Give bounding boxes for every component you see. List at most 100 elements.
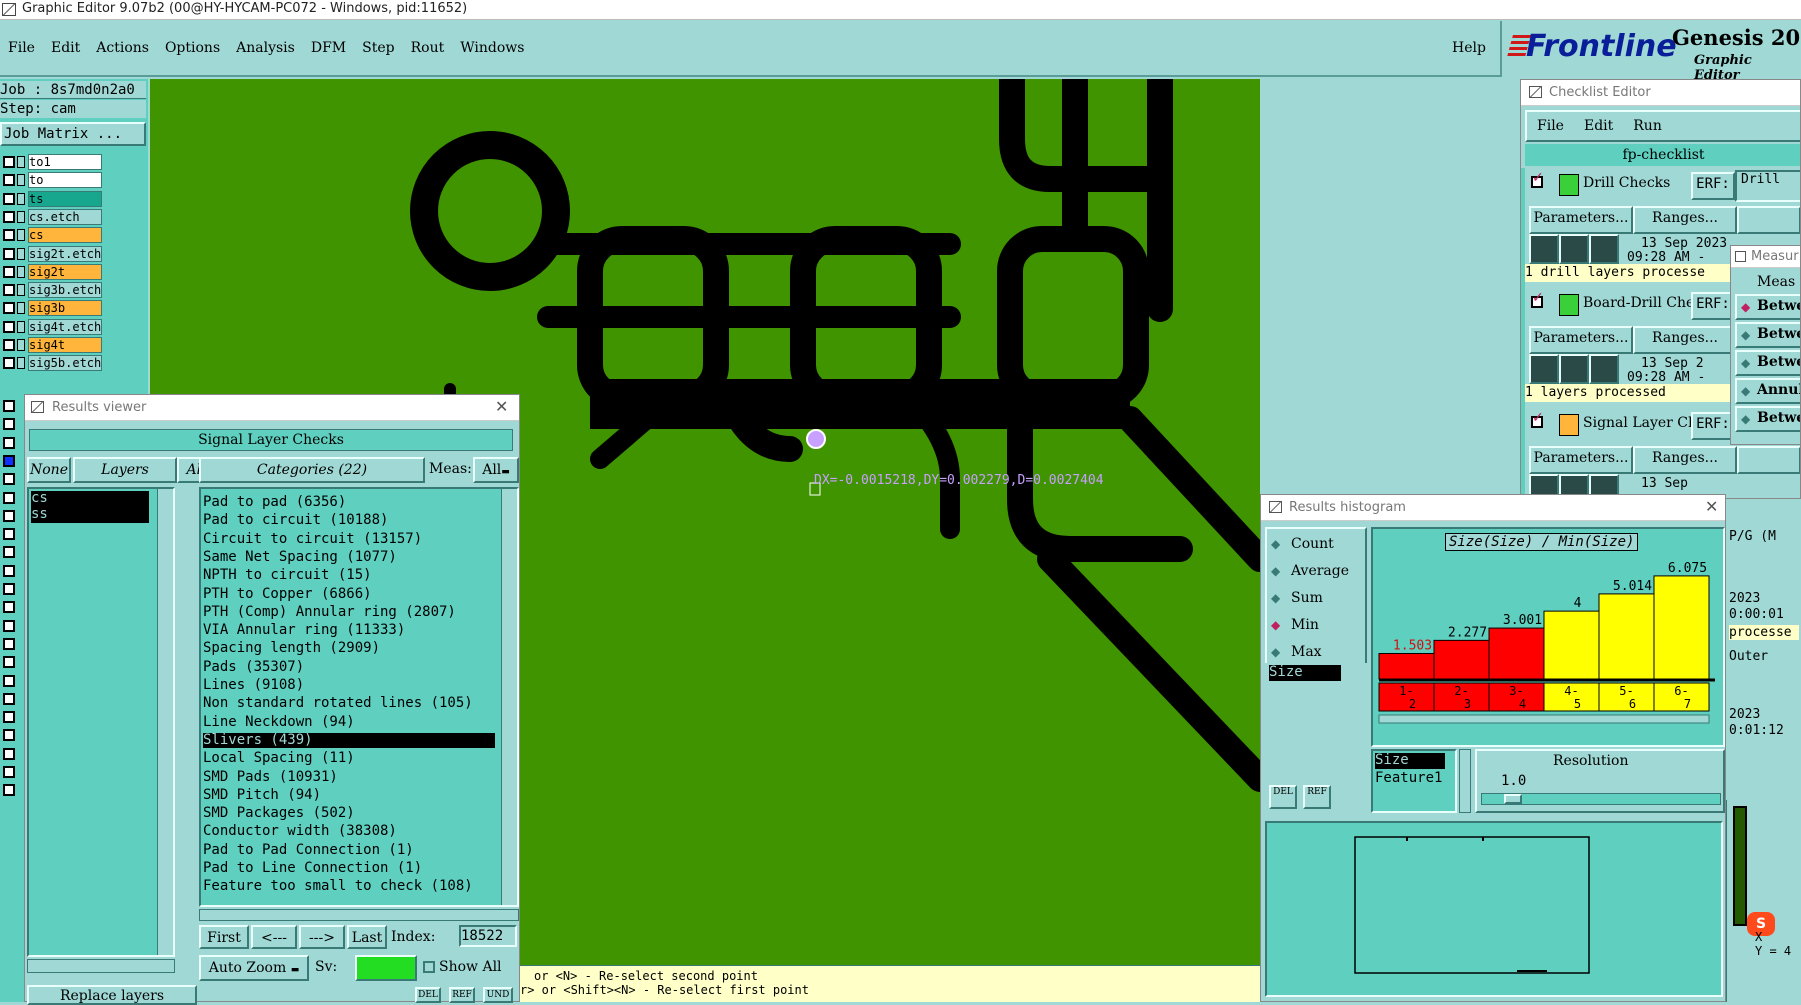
category-item[interactable]: PTH to Copper (6866): [203, 586, 495, 603]
histogram-bar[interactable]: [1488, 627, 1545, 680]
category-item[interactable]: Circuit to circuit (13157): [203, 531, 495, 548]
histogram-bar[interactable]: [1598, 593, 1655, 680]
layer-row[interactable]: to1: [0, 154, 146, 170]
layer-checkbox[interactable]: [3, 210, 15, 223]
del-button[interactable]: DEL: [415, 987, 441, 1003]
layer-checkbox[interactable]: [3, 509, 15, 522]
resolution-slider[interactable]: [1481, 793, 1721, 805]
layers-none-button[interactable]: None: [27, 457, 71, 483]
menu-windows[interactable]: Windows: [460, 40, 524, 56]
slider-handle[interactable]: [1504, 794, 1522, 804]
layer-checkbox[interactable]: [3, 302, 15, 315]
layer-name[interactable]: to1: [28, 154, 102, 170]
categories-button[interactable]: Categories (22): [199, 457, 425, 483]
layer-checkbox[interactable]: [17, 265, 25, 278]
layer-checkbox[interactable]: [3, 583, 15, 595]
first-button[interactable]: First: [199, 925, 249, 949]
categories-hscrollbar[interactable]: [199, 909, 519, 921]
category-item[interactable]: Conductor width (38308): [203, 824, 495, 840]
undo-button[interactable]: UND: [483, 987, 513, 1003]
layer-row[interactable]: ts: [0, 190, 146, 207]
menu-file[interactable]: File: [8, 40, 35, 56]
result-layer-item[interactable]: ss: [31, 506, 149, 523]
category-item[interactable]: Line Neckdown (94): [203, 714, 495, 731]
layer-name[interactable]: ts: [28, 190, 102, 207]
ref-button[interactable]: REF: [449, 987, 475, 1003]
close-icon[interactable]: ✕: [1705, 497, 1718, 516]
layer-row[interactable]: sig3b.etch: [0, 282, 146, 299]
menu-analysis[interactable]: Analysis: [236, 40, 295, 56]
layer-row[interactable]: sig2t: [0, 263, 146, 280]
layer-checkbox[interactable]: [17, 284, 25, 297]
histogram-bar[interactable]: [1653, 575, 1710, 680]
layer-name[interactable]: sig2t: [28, 263, 102, 280]
layer-name[interactable]: sig3b.etch: [28, 282, 102, 299]
checklist-menu-run[interactable]: Run: [1633, 118, 1662, 140]
layer-checkbox[interactable]: [3, 747, 15, 760]
layer-checkbox[interactable]: [3, 692, 15, 705]
menu-actions[interactable]: Actions: [96, 40, 149, 56]
mode-radio[interactable]: ◆ Average: [1269, 562, 1365, 584]
menu-dfm[interactable]: DFM: [311, 40, 346, 56]
histogram-ref-button[interactable]: REF: [1303, 785, 1331, 809]
layer-checkbox[interactable]: [3, 619, 15, 632]
measure-option[interactable]: ◆ Betwe: [1735, 350, 1800, 376]
field-list[interactable]: Size Feature1: [1371, 749, 1457, 813]
menu-help[interactable]: Help: [1452, 40, 1486, 56]
layer-checkbox[interactable]: [17, 192, 25, 205]
layer-checkbox[interactable]: [3, 601, 15, 614]
layer-checkbox[interactable]: [3, 156, 15, 168]
next-button[interactable]: --->: [299, 925, 345, 949]
layer-name[interactable]: to: [28, 172, 102, 189]
run-action-icon[interactable]: [1559, 234, 1589, 264]
layer-checkbox[interactable]: [3, 637, 15, 650]
extra-button[interactable]: [1737, 446, 1800, 474]
layer-hscrollbar[interactable]: [27, 959, 175, 973]
category-item[interactable]: NPTH to circuit (15): [203, 568, 495, 584]
menu-edit[interactable]: Edit: [51, 40, 80, 56]
layer-name[interactable]: sig4t: [28, 337, 102, 353]
result-layer-list[interactable]: cs ss: [27, 487, 175, 957]
category-item[interactable]: PTH (Comp) Annular ring (2807): [203, 604, 495, 621]
layers-header-button[interactable]: Layers: [73, 457, 177, 483]
layer-checkbox[interactable]: [17, 339, 25, 351]
layer-checkbox[interactable]: [17, 320, 25, 333]
layer-checkbox[interactable]: [3, 473, 15, 486]
layer-checkbox[interactable]: [17, 357, 25, 370]
meas-dropdown[interactable]: All▬: [473, 457, 519, 483]
run-action-icon[interactable]: [1559, 354, 1589, 384]
layer-checkbox[interactable]: [3, 674, 15, 687]
checklist-menu-edit[interactable]: Edit: [1584, 118, 1613, 140]
layer-checkbox[interactable]: [3, 546, 15, 559]
ranges-button[interactable]: Ranges...: [1633, 206, 1737, 234]
layer-row[interactable]: sig5b.etch: [0, 355, 146, 372]
layer-name[interactable]: sig2t.etch: [28, 245, 102, 262]
parameters-button[interactable]: Parameters...: [1529, 326, 1633, 354]
run-action-icon[interactable]: [1589, 354, 1619, 384]
replace-layers-button[interactable]: Replace layers: [27, 985, 197, 1005]
layer-checkbox[interactable]: [17, 229, 25, 242]
layer-row[interactable]: sig4t: [0, 337, 146, 353]
category-item[interactable]: SMD Packages (502): [203, 805, 495, 822]
categories-list[interactable]: Pad to pad (6356) Pad to circuit (10188) C…: [199, 487, 519, 907]
prev-button[interactable]: <---: [251, 925, 297, 949]
category-item[interactable]: SMD Pitch (94): [203, 787, 495, 804]
layer-row[interactable]: sig4t.etch: [0, 318, 146, 335]
layer-row[interactable]: cs: [0, 227, 146, 244]
mode-radio[interactable]: ◆ Count: [1269, 535, 1365, 557]
size-list[interactable]: Size: [1265, 663, 1367, 775]
layer-checkbox[interactable]: [3, 229, 15, 242]
layer-checkbox[interactable]: [17, 156, 25, 168]
category-item[interactable]: Pad to pad (6356): [203, 494, 495, 511]
parameters-button[interactable]: Parameters...: [1529, 446, 1633, 474]
category-item[interactable]: Same Net Spacing (1077): [203, 549, 495, 566]
menu-options[interactable]: Options: [165, 40, 220, 56]
layer-checkbox[interactable]: [3, 454, 15, 467]
histogram-bar[interactable]: [1543, 610, 1600, 680]
category-item[interactable]: Pad to Pad Connection (1): [203, 842, 495, 859]
layer-checkbox[interactable]: [3, 491, 15, 504]
checklist-menu-file[interactable]: File: [1537, 118, 1564, 140]
menu-rout[interactable]: Rout: [411, 40, 445, 56]
category-item[interactable]: Slivers (439): [203, 732, 495, 749]
layer-checkbox[interactable]: [17, 174, 25, 187]
